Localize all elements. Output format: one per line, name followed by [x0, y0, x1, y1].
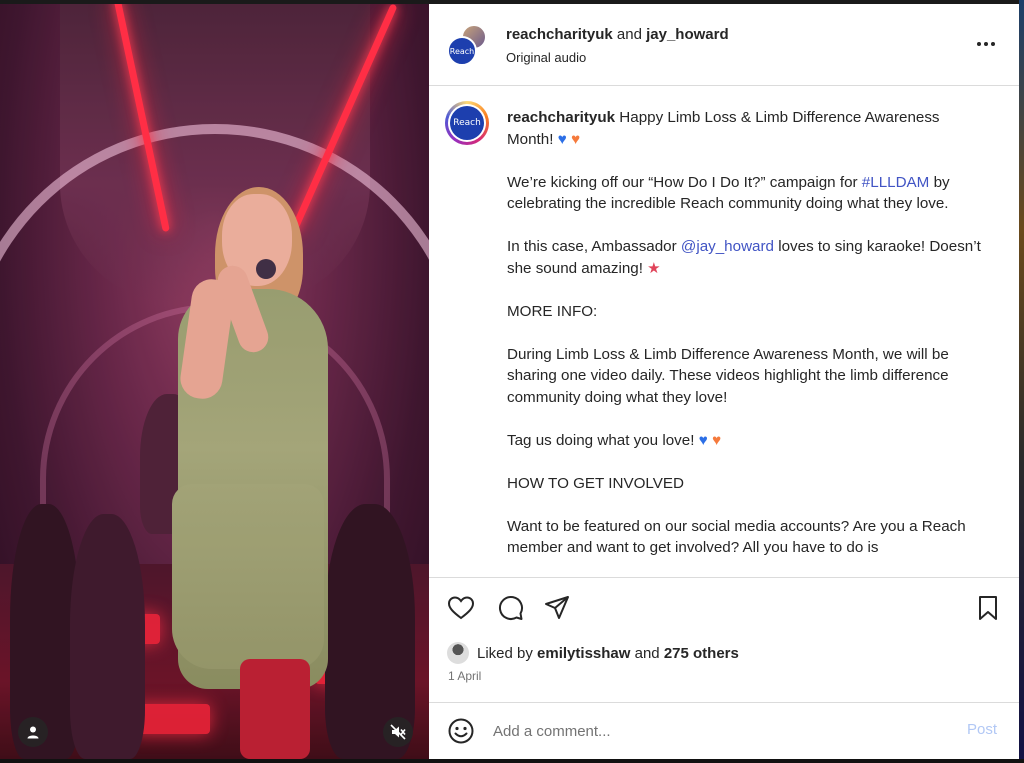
reach-logo-text: Reach — [453, 118, 481, 128]
post-authors: reachcharityuk and jay_howard — [506, 26, 729, 43]
more-options-button[interactable] — [974, 32, 998, 56]
orange-heart-icon: ♥ — [570, 130, 580, 148]
like-heart-icon[interactable] — [447, 594, 475, 622]
video-player[interactable] — [0, 4, 429, 759]
post-date[interactable]: 1 April — [448, 669, 481, 683]
likes-others-link[interactable]: 275 others — [664, 645, 739, 662]
mention-link[interactable]: @jay_howard — [681, 238, 774, 255]
user-icon — [27, 726, 39, 739]
reach-logo: Reach — [450, 106, 484, 140]
caption-text-segment: We’re kicking off our “How Do I Do It?” … — [507, 173, 862, 191]
likes-summary: Liked by emilytisshaw and 275 others — [447, 641, 739, 665]
likes-prefix: Liked by — [477, 644, 533, 662]
caption-paragraph: reachcharityuk Happy Limb Loss & Limb Di… — [507, 107, 987, 150]
caption-avatar[interactable]: Reach — [445, 101, 489, 145]
caption-username[interactable]: reachcharityuk — [507, 109, 615, 126]
caption-text: reachcharityuk Happy Limb Loss & Limb Di… — [507, 107, 987, 576]
backdrop-right — [1019, 0, 1024, 763]
hashtag-link[interactable]: #LLLDAM — [862, 174, 930, 191]
post-panel: Reach reachcharityuk and jay_howard Orig… — [429, 4, 1019, 759]
caption-paragraph: Tag us doing what you love! ♥ ♥ — [507, 430, 987, 452]
blue-heart-icon: ♥ — [698, 431, 708, 449]
caption-paragraph: In this case, Ambassador @jay_howard lov… — [507, 236, 987, 279]
comment-input[interactable] — [493, 717, 943, 745]
liker-avatar[interactable] — [447, 642, 469, 664]
tagged-users-button[interactable] — [18, 717, 48, 747]
author-link[interactable]: reachcharityuk — [506, 26, 613, 43]
orange-heart-icon: ♥ — [711, 431, 721, 449]
mute-button[interactable] — [383, 717, 413, 747]
more-dot-icon — [977, 42, 981, 46]
emoji-smiley-icon[interactable] — [447, 717, 475, 745]
more-dot-icon — [984, 42, 988, 46]
share-paper-plane-icon[interactable] — [543, 594, 571, 622]
caption-text-segment: In this case, Ambassador — [507, 238, 681, 255]
audio-link[interactable]: Original audio — [506, 50, 586, 65]
action-bar — [429, 577, 1019, 633]
caption-area[interactable]: Reach reachcharityuk Happy Limb Loss & L… — [429, 87, 1019, 576]
reach-logo-text: Reach — [449, 46, 475, 56]
caption-avatar-inner: Reach — [448, 104, 486, 142]
comment-bubble-icon[interactable] — [496, 594, 524, 622]
bookmark-icon[interactable] — [974, 594, 1002, 622]
post-comment-button[interactable]: Post — [967, 721, 997, 738]
comment-bar: Post — [429, 702, 1019, 759]
liker-username-link[interactable]: emilytisshaw — [537, 645, 630, 662]
caption-text-segment: Tag us doing what you love! — [507, 431, 695, 449]
caption-paragraph: We’re kicking off our “How Do I Do It?” … — [507, 172, 987, 215]
star-eyes-emoji-icon: ★ — [647, 259, 661, 277]
caption-paragraph: During Limb Loss & Limb Difference Aware… — [507, 345, 949, 406]
post-header: Reach reachcharityuk and jay_howard Orig… — [429, 4, 1019, 86]
caption-paragraph: MORE INFO: — [507, 302, 598, 320]
likes-joiner: and — [634, 644, 660, 662]
collab-avatars[interactable]: Reach — [447, 24, 489, 68]
caption-paragraph: Want to be featured on our social media … — [507, 517, 966, 557]
avatar-reach[interactable]: Reach — [447, 36, 477, 66]
speaker-muted-icon — [390, 724, 406, 740]
blue-heart-icon: ♥ — [557, 130, 567, 148]
more-dot-icon — [991, 42, 995, 46]
caption-paragraph: HOW TO GET INVOLVED — [507, 474, 684, 492]
video-tint — [0, 4, 429, 759]
backdrop-bottom — [0, 759, 1024, 763]
author-joiner: and — [616, 26, 642, 43]
collaborator-link[interactable]: jay_howard — [646, 26, 729, 43]
